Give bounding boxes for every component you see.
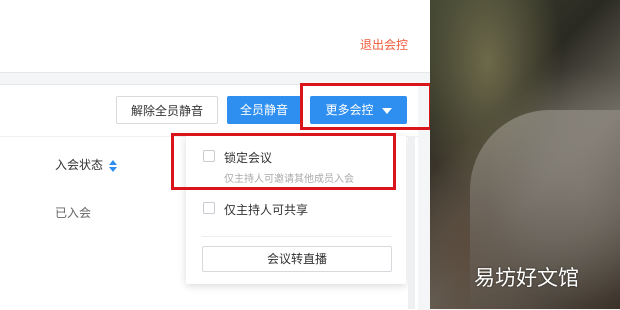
exit-meeting-control-link[interactable]: 退出会控 — [360, 36, 408, 53]
scrollbar[interactable] — [408, 136, 415, 309]
host-only-share-checkbox[interactable] — [203, 202, 215, 214]
unmute-all-button[interactable]: 解除全员静音 — [116, 96, 218, 124]
column-header-status[interactable]: 入会状态 — [55, 156, 118, 173]
participant-status: 已入会 — [55, 206, 92, 220]
top-bar: 退出会控 — [0, 0, 430, 73]
watermark-text: 易坊好文馆 — [474, 266, 579, 290]
column-header-label: 入会状态 — [55, 158, 104, 172]
highlight-more-controls — [300, 83, 432, 130]
convert-to-live-button[interactable]: 会议转直播 — [202, 246, 392, 272]
host-only-share-label[interactable]: 仅主持人可共享 — [224, 201, 308, 218]
highlight-lock-meeting — [171, 133, 396, 190]
sort-icon[interactable] — [109, 159, 118, 172]
mute-all-button[interactable]: 全员静音 — [227, 96, 301, 124]
dropdown-divider — [202, 236, 392, 237]
